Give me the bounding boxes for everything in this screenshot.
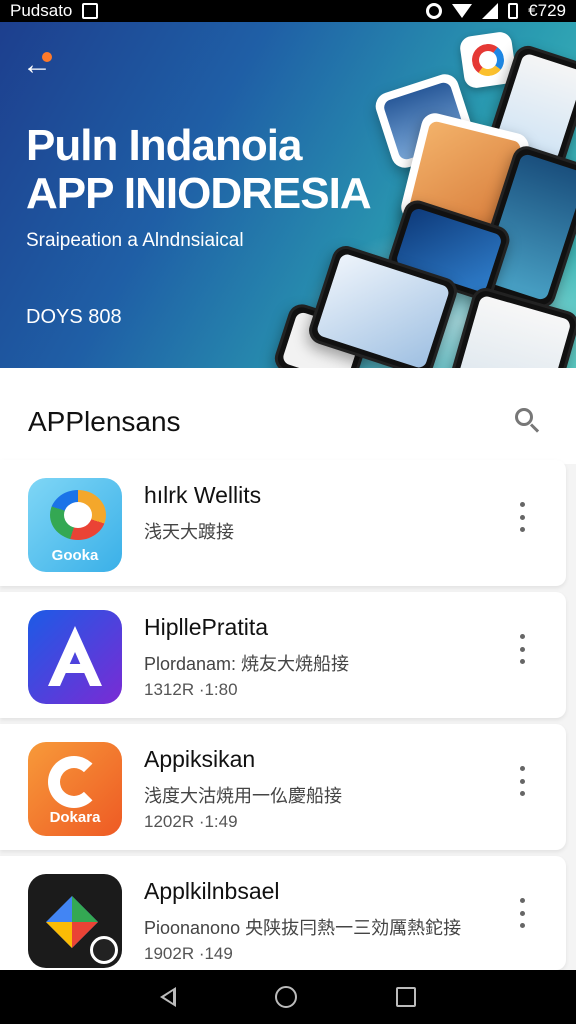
app-meta: 1202R ·1:49 — [144, 812, 238, 831]
app-meta: 1312R ·1:80 — [144, 680, 238, 699]
battery-icon — [508, 3, 519, 19]
more-vert-icon[interactable] — [512, 898, 532, 928]
app-icon-label: Gooka — [51, 547, 99, 564]
section-title: APPlensans — [28, 406, 181, 437]
sync-icon — [426, 3, 443, 19]
phone-collage — [270, 22, 576, 368]
app-name: HipllePratita — [144, 614, 268, 640]
app-description: Pioonanono 央陕抜冃熱一三効厲熱鉈接 — [144, 918, 462, 938]
badge-icon — [90, 936, 118, 964]
clock: €729 — [528, 1, 566, 20]
app-name: Applkilnbsael — [144, 878, 280, 904]
app-icon — [28, 874, 122, 968]
search-icon[interactable] — [515, 408, 541, 434]
hero-subtitle: Sraipeation a Alndnsiaical — [26, 230, 244, 251]
list-item[interactable]: Dokara Appiksikan 浅度大沽焼用一仫慶船接 1202R ·1:4… — [0, 724, 566, 850]
list-item[interactable]: HipllePratita Plordanam: 焼友大焼船接 1312R ·1… — [0, 592, 566, 718]
app-description: Plordanam: 焼友大焼船接 — [144, 654, 350, 674]
wifi-icon — [452, 4, 473, 18]
nav-recents-icon[interactable] — [396, 987, 417, 1007]
navigation-bar — [0, 970, 576, 1024]
more-vert-icon[interactable] — [512, 634, 532, 664]
app-icon: Gooka — [28, 478, 122, 572]
app-meta: 1902R ·149 — [144, 944, 233, 963]
nav-back-icon[interactable] — [159, 987, 176, 1007]
status-bar: Pudsato €729 — [0, 0, 576, 22]
notification-dot — [42, 52, 52, 62]
hero-banner: ← Puln Indanoia APP INIODRESIA Sraipeati… — [0, 22, 576, 368]
app-icon: Dokara — [28, 742, 122, 836]
more-vert-icon[interactable] — [512, 502, 532, 532]
app-name: hılrk Wellits — [144, 482, 262, 508]
app-description: 浅度大沽焼用一仫慶船接 — [144, 786, 342, 806]
more-vert-icon[interactable] — [512, 766, 532, 796]
app-list: APPlensans Gooka hılrk Wellits 浅天大踱接 Hip… — [0, 368, 576, 970]
section-header: APPlensans — [0, 368, 576, 464]
app-description: 浅天大踱接 — [144, 522, 234, 542]
signal-icon — [482, 3, 499, 19]
hero-tag: DOYS 808 — [26, 306, 122, 328]
app-icon — [28, 610, 122, 704]
app-icon-label: Dokara — [49, 809, 101, 826]
phone-mockup — [448, 284, 576, 368]
list-item[interactable]: Applkilnbsael Pioonanono 央陕抜冃熱一三効厲熱鉈接 19… — [0, 856, 566, 970]
carrier-label: Pudsato — [10, 1, 73, 20]
nav-home-icon[interactable] — [274, 986, 297, 1008]
notification-icon — [82, 3, 99, 19]
list-item[interactable]: Gooka hılrk Wellits 浅天大踱接 — [0, 460, 566, 586]
app-name: Appiksikan — [144, 746, 256, 772]
